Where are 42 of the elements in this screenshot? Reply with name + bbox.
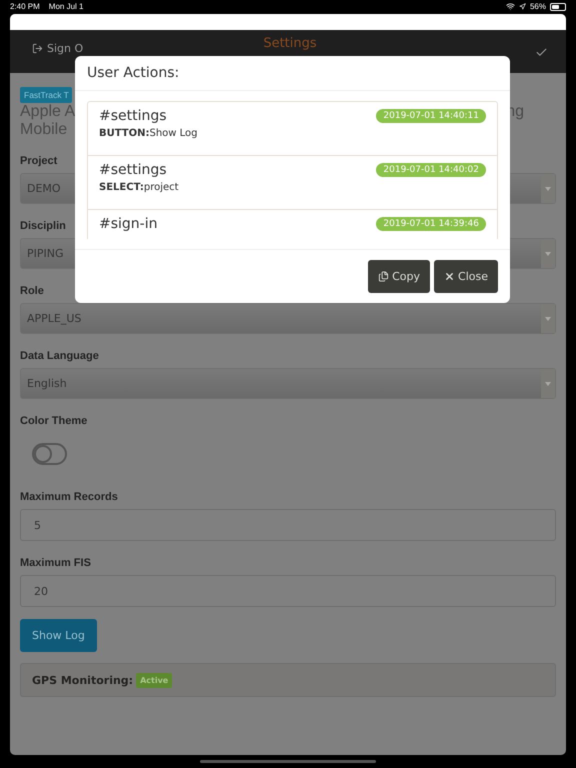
status-time: 2:40 PM	[10, 2, 40, 11]
battery-percent: 56%	[530, 2, 546, 11]
entry-tag: #settings	[99, 108, 167, 124]
caret-icon	[545, 316, 551, 320]
show-log-button[interactable]: Show Log	[20, 619, 97, 652]
close-button[interactable]: Close	[434, 260, 498, 293]
field-label: Maximum FIS	[20, 557, 91, 569]
entry-detail: BUTTON:Show Log	[99, 128, 199, 139]
input-field[interactable]: 5	[20, 509, 556, 541]
sign-out-link[interactable]: Sign O	[32, 42, 202, 55]
sign-out-icon	[32, 43, 43, 54]
entry-tag: #settings	[99, 162, 167, 178]
field-label: Maximum Records	[20, 491, 118, 503]
entry-tag: #sign-in	[99, 216, 158, 232]
battery-icon	[550, 2, 566, 10]
field-label: Disciplin	[20, 220, 66, 232]
caret-icon	[545, 252, 551, 256]
gps-label: GPS Monitoring:	[32, 674, 134, 686]
field-label: Color Theme	[20, 415, 88, 427]
field-label: Project	[20, 155, 58, 167]
wifi-icon	[506, 2, 515, 11]
page-title: Settings	[263, 36, 317, 51]
select-field[interactable]: APPLE_US	[20, 303, 556, 334]
field-label: Data Language	[20, 350, 99, 362]
entry-detail: SELECT:project	[99, 182, 180, 193]
timestamp-badge: 2019-07-01 14:39:46	[376, 217, 486, 231]
status-badge: Active	[136, 672, 172, 688]
dialog-title: User Actions:	[75, 56, 510, 91]
caret-icon	[545, 186, 551, 190]
toggle-switch[interactable]	[32, 443, 67, 465]
location-icon	[518, 3, 526, 10]
input-field[interactable]: 20	[20, 575, 556, 607]
copy-button[interactable]: Copy	[368, 260, 430, 293]
status-date: Mon Jul 1	[48, 2, 84, 11]
timestamp-badge: 2019-07-01 14:40:02	[376, 163, 486, 177]
select-field[interactable]: English	[20, 368, 556, 399]
app-badge: FastTrack T	[20, 87, 72, 103]
field-label: Role	[20, 285, 44, 297]
close-icon	[444, 271, 456, 282]
caret-icon	[545, 382, 551, 386]
copy-icon	[378, 271, 390, 282]
timestamp-badge: 2019-07-01 14:40:11	[376, 109, 486, 123]
